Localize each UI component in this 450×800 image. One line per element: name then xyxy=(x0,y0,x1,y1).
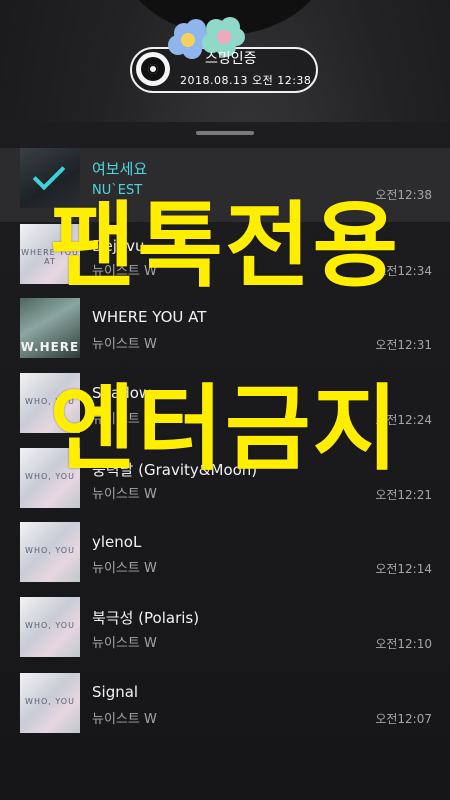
playlist-row[interactable]: WHO, YOU 북극성 (Polaris) 뉴이스트 W 오전12:10 xyxy=(0,597,450,671)
play-time: 오전12:10 xyxy=(375,637,432,651)
album-cover-text: W.HERE xyxy=(20,340,80,354)
now-playing-check-icon xyxy=(32,157,66,191)
song-title: WHERE YOU AT xyxy=(92,308,207,326)
artist-name: 뉴이스트 W xyxy=(92,712,157,727)
artist-name: 뉴이스트 W xyxy=(92,487,157,502)
album-cover: W.HERE xyxy=(20,298,80,358)
album-cover: WHO, YOU xyxy=(20,673,80,733)
playlist-row[interactable]: W.HERE WHERE YOU AT 뉴이스트 W 오전12:31 xyxy=(0,298,450,372)
song-title: 북극성 (Polaris) xyxy=(92,609,200,627)
play-time: 오전12:07 xyxy=(375,712,432,726)
album-cover: WHO, YOU xyxy=(20,522,80,582)
artist-name: 뉴이스트 W xyxy=(92,636,157,651)
play-time: 오전12:21 xyxy=(375,488,432,502)
album-cover-text: WHO, YOU xyxy=(25,546,75,555)
album-cover-text: WHO, YOU xyxy=(25,621,75,630)
proof-date: 2018.08.13 오전 12:38 xyxy=(180,74,312,87)
play-time: 오전12:31 xyxy=(375,338,432,352)
play-time: 오전12:14 xyxy=(375,562,432,576)
song-title: 여보세요 xyxy=(92,160,148,178)
song-title: ylenoL xyxy=(92,533,142,551)
artist-name: 뉴이스트 W xyxy=(92,561,157,576)
watermark-line-2: 엔터금지 xyxy=(49,375,401,483)
proof-title: 스밍인증 xyxy=(205,51,257,67)
song-title: Signal xyxy=(92,683,139,701)
album-cover-text: WHO, YOU xyxy=(25,697,75,706)
playlist-row[interactable]: WHO, YOU ylenoL 뉴이스트 W 오전12:14 xyxy=(0,522,450,596)
artist-name: 뉴이스트 W xyxy=(92,337,157,352)
watermark-line-1: 팬톡전용 xyxy=(49,192,401,300)
drag-handle[interactable] xyxy=(196,131,254,135)
playlist-row[interactable]: WHO, YOU Signal 뉴이스트 W 오전12:07 xyxy=(0,673,450,747)
album-cover: WHO, YOU xyxy=(20,597,80,657)
